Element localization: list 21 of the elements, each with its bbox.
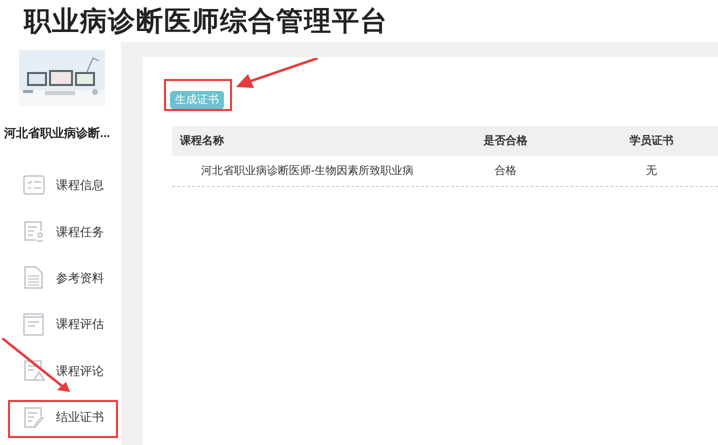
sidebar-item[interactable]: 课程任务 xyxy=(0,208,121,255)
page-title: 职业病诊断医师综合管理平台 xyxy=(24,4,388,38)
column-header: 学员证书 xyxy=(628,134,674,149)
document-person-icon xyxy=(22,220,46,244)
checklist-icon xyxy=(22,174,46,197)
form-icon xyxy=(22,312,46,336)
sidebar-item[interactable]: 结业证书 xyxy=(0,394,121,440)
table-cell-text: 无 xyxy=(645,164,658,179)
column-header: 是否合格 xyxy=(482,134,528,149)
highlight-frame xyxy=(164,79,232,111)
table-cell-text: 合格 xyxy=(494,164,518,179)
sidebar-item[interactable]: 参考资料 xyxy=(0,254,121,302)
table-cell-text: 河北省职业病诊断医师-生物因素所致职业病 xyxy=(200,164,415,179)
sidebar-item[interactable]: 课程信息 xyxy=(0,162,121,208)
document-icon xyxy=(22,266,46,290)
warning-document-icon xyxy=(22,359,46,382)
column-header: 课程名称 xyxy=(178,134,225,149)
sidebar-item[interactable]: 课程评估 xyxy=(0,301,121,348)
pencil-document-icon xyxy=(22,406,46,429)
sidebar-item[interactable]: 课程评论 xyxy=(0,348,121,394)
course-title: 河北省职业病诊断... xyxy=(3,125,110,142)
